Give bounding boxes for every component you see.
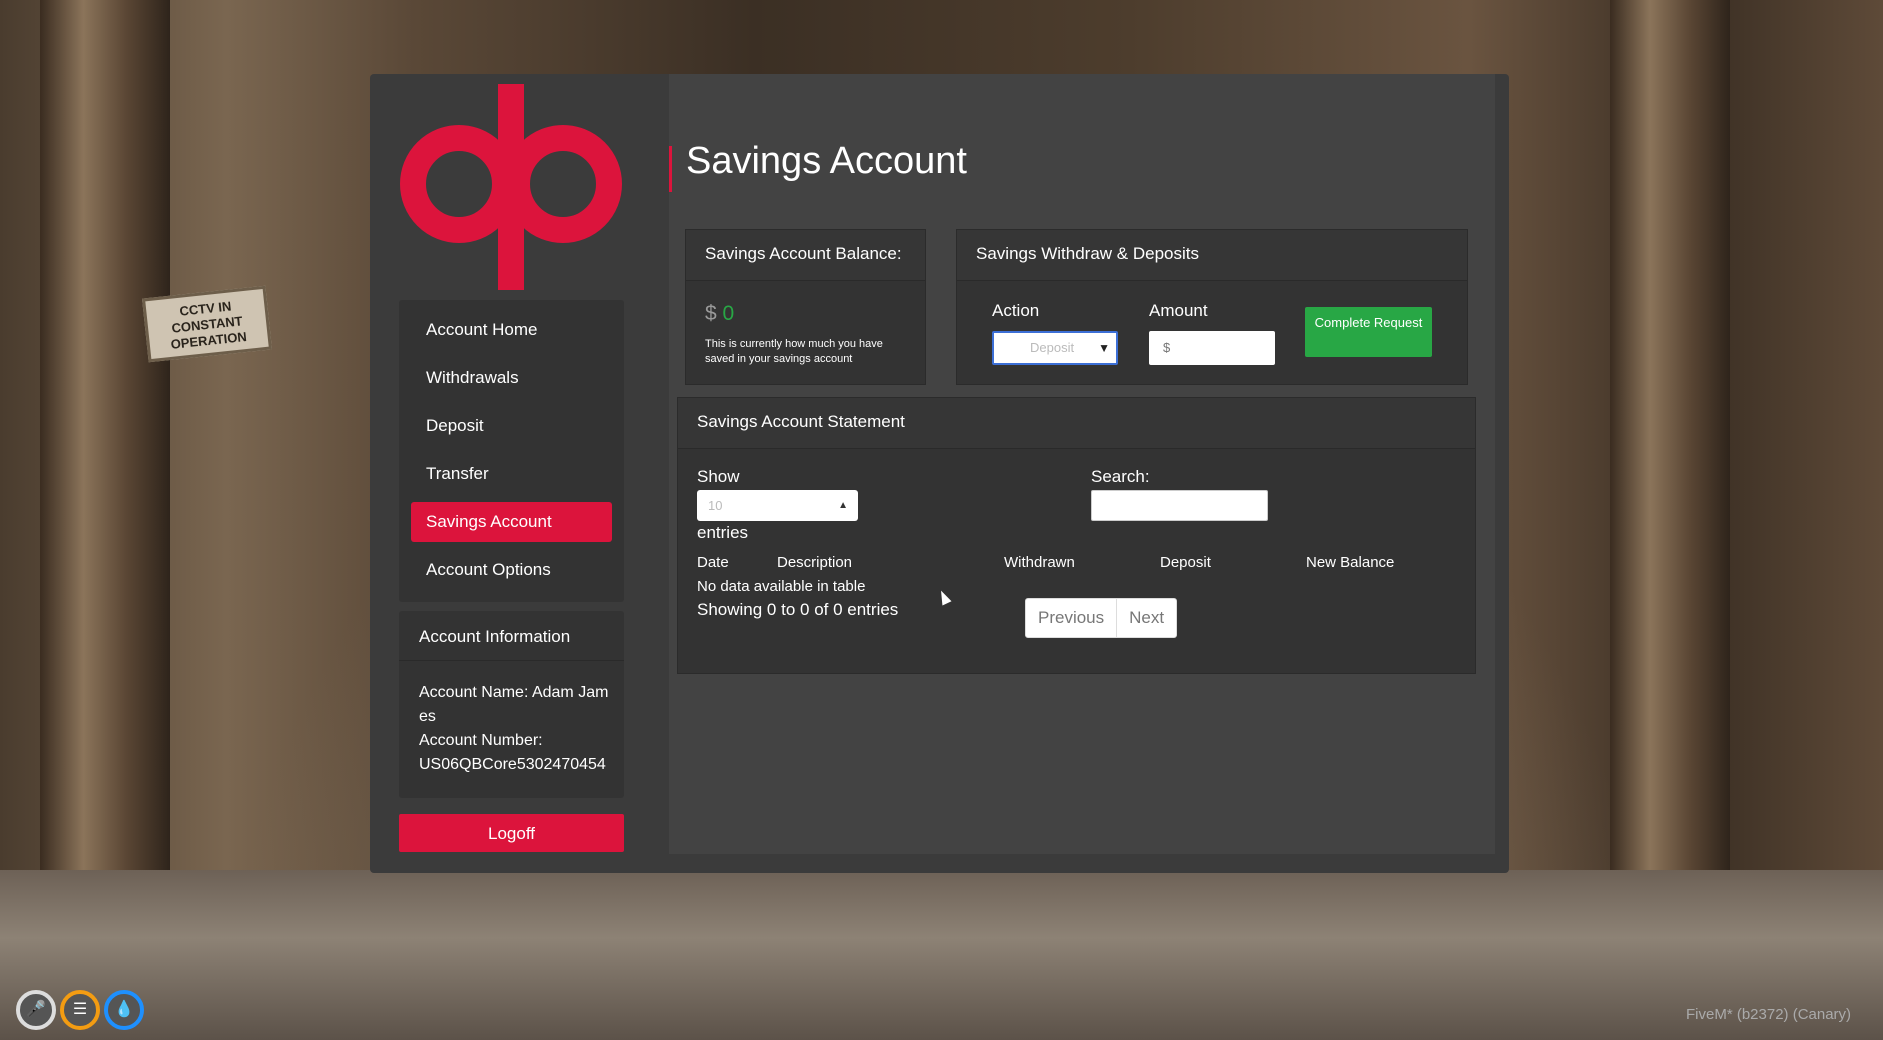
cctv-sign: CCTV IN CONSTANT OPERATION: [141, 285, 273, 363]
balance-amount: 0: [722, 302, 735, 325]
action-select-value: Deposit: [1030, 340, 1075, 355]
entries-label: entries: [697, 523, 749, 542]
sidebar-item-savings-account[interactable]: Savings Account: [411, 502, 612, 542]
account-number-label: Account Number:: [419, 732, 543, 749]
account-information-title: Account Information: [419, 627, 571, 646]
withdraw-deposit-title: Savings Withdraw & Deposits: [976, 244, 1199, 263]
sidebar-item-transfer[interactable]: Transfer: [411, 454, 612, 494]
sidebar-item-account-options[interactable]: Account Options: [411, 550, 612, 590]
account-number: US06QBCore5302470454: [419, 756, 606, 773]
entries-per-page-select[interactable]: 10 ▲: [697, 490, 858, 521]
sidebar-item-withdrawals[interactable]: Withdrawals: [411, 358, 612, 398]
column-new-balance[interactable]: New Balance: [1306, 554, 1394, 571]
sidebar-nav: Account Home Withdrawals Deposit Transfe…: [399, 300, 624, 602]
column-deposit[interactable]: Deposit: [1160, 554, 1211, 571]
build-info: FiveM* (b2372) (Canary): [1686, 1006, 1852, 1023]
search-label: Search:: [1091, 467, 1150, 486]
title-accent-bar: [669, 146, 672, 192]
sort-arrows-icon: ▲: [838, 500, 848, 511]
savings-balance: $ 0: [705, 302, 734, 326]
column-date[interactable]: Date: [697, 554, 729, 571]
action-select[interactable]: Deposit ▼: [992, 331, 1118, 365]
column-description[interactable]: Description: [777, 554, 852, 571]
background-floor: [0, 870, 1883, 1040]
page-title: Savings Account: [686, 140, 967, 182]
savings-balance-card: Savings Account Balance: $ 0 This is cur…: [685, 229, 926, 385]
action-label: Action: [992, 301, 1040, 320]
sidebar-item-account-home[interactable]: Account Home: [411, 310, 612, 350]
divider: [399, 660, 624, 661]
search-input[interactable]: [1091, 490, 1268, 521]
complete-request-button[interactable]: Complete Request: [1305, 307, 1432, 357]
show-label: Show: [697, 467, 740, 486]
previous-page-button[interactable]: Previous: [1026, 599, 1116, 637]
amount-label: Amount: [1149, 301, 1208, 320]
entries-per-page-value: 10: [708, 498, 723, 513]
account-information-card: Account Information Account Name: Adam J…: [399, 611, 624, 798]
statement-title: Savings Account Statement: [697, 412, 905, 431]
microphone-icon: 🎤: [16, 990, 56, 1030]
balance-card-title: Savings Account Balance:: [705, 244, 902, 263]
sidebar-item-deposit[interactable]: Deposit: [411, 406, 612, 446]
empty-table-message: No data available in table: [697, 578, 866, 595]
account-name: Account Name: Adam James: [419, 684, 609, 725]
showing-entries-info: Showing 0 to 0 of 0 entries: [697, 600, 899, 619]
background-pillar-right: [1610, 0, 1730, 870]
chevron-down-icon: ▼: [1098, 341, 1110, 355]
amount-input[interactable]: [1149, 331, 1275, 365]
next-page-button[interactable]: Next: [1116, 599, 1176, 637]
pagination: Previous Next: [1025, 598, 1178, 638]
logoff-button[interactable]: Logoff: [399, 814, 624, 852]
background-pillar-left: [40, 0, 170, 870]
qb-logo: [400, 84, 622, 290]
water-drop-icon: 💧: [104, 990, 144, 1030]
burger-icon: ☰: [60, 990, 100, 1030]
column-withdrawn[interactable]: Withdrawn: [1004, 554, 1075, 571]
balance-note: This is currently how much you have save…: [705, 338, 883, 365]
currency-symbol: $: [705, 302, 717, 325]
